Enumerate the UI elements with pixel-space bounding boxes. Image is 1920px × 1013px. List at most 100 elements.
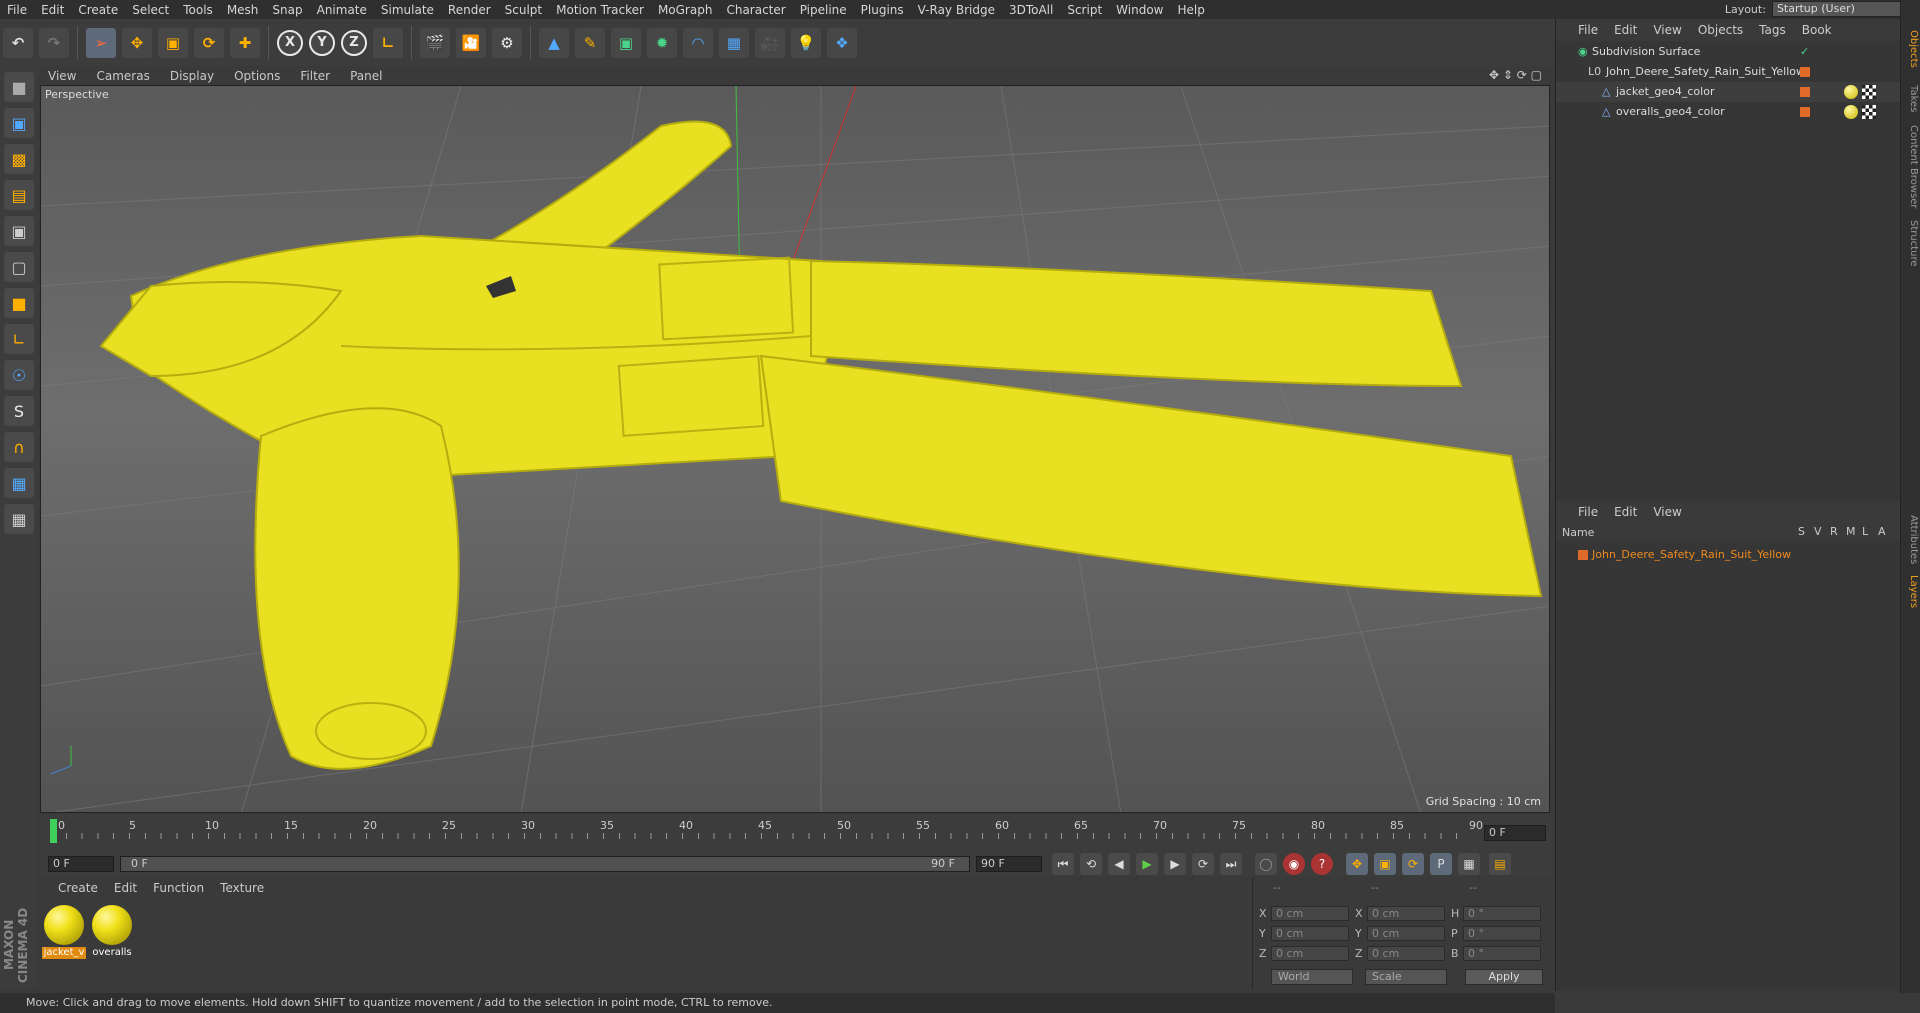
timeline-window-icon[interactable]: ▤ — [1489, 853, 1511, 875]
redo-icon[interactable]: ↷ — [39, 27, 69, 58]
start-frame-field[interactable]: 0 F — [48, 856, 114, 872]
live-selection-icon[interactable]: ➢ — [86, 27, 116, 58]
render-settings-icon[interactable]: ⚙ — [492, 27, 522, 58]
render-view-icon[interactable]: 🎬 — [420, 27, 450, 58]
menu-file[interactable]: File — [0, 3, 34, 17]
axis-mode-icon[interactable]: ∟ — [4, 324, 34, 354]
tab-attributes[interactable]: Attributes — [1903, 515, 1919, 564]
deformer-icon[interactable]: ◠ — [683, 27, 713, 58]
menu-mesh[interactable]: Mesh — [220, 3, 266, 17]
key-param-icon[interactable]: P — [1430, 853, 1452, 875]
uvw-tag-icon[interactable] — [1862, 105, 1876, 119]
go-to-end-icon[interactable]: ⏭ — [1220, 853, 1242, 875]
make-editable-icon[interactable]: ■ — [4, 72, 34, 102]
viewport-menu-view[interactable]: View — [38, 69, 86, 83]
menu-character[interactable]: Character — [719, 3, 792, 17]
size-y-field[interactable]: 0 cm — [1367, 925, 1445, 941]
edge-mode-icon[interactable]: ▢ — [4, 252, 34, 282]
light-icon[interactable]: 💡 — [791, 27, 821, 58]
layout-dropdown[interactable]: Startup (User) — [1771, 1, 1902, 17]
menu-select[interactable]: Select — [125, 3, 176, 17]
3d-viewport[interactable]: Perspective Grid Spacing : 10 cm — [40, 85, 1550, 813]
grid-snap-icon[interactable]: ▦ — [4, 504, 34, 534]
texture-mode-icon[interactable]: ▩ — [4, 144, 34, 174]
camera-icon[interactable]: 🎥 — [755, 27, 785, 58]
menu-simulate[interactable]: Simulate — [374, 3, 441, 17]
recent-tool-icon[interactable]: ✚ — [230, 27, 260, 58]
workplane-mode-icon[interactable]: ▤ — [4, 180, 34, 210]
scale-icon[interactable]: ▣ — [158, 27, 188, 58]
play-icon[interactable]: ▶ — [1136, 853, 1158, 875]
size-mode-dropdown[interactable]: Scale — [1365, 969, 1447, 985]
position-x-field[interactable]: 0 cm — [1271, 905, 1349, 921]
x-axis-lock-button[interactable]: X — [277, 29, 303, 56]
keyframe-help-icon[interactable]: ? — [1311, 853, 1333, 875]
menu-mograph[interactable]: MoGraph — [651, 3, 720, 17]
position-z-field[interactable]: 0 cm — [1271, 945, 1349, 961]
z-axis-lock-button[interactable]: Z — [341, 29, 367, 56]
subdivision-icon[interactable]: ▣ — [611, 27, 641, 58]
timeline-ruler[interactable]: 0 5 10 15 20 25 30 35 40 45 50 55 60 65 … — [40, 815, 1552, 852]
objects-menu-objects[interactable]: Objects — [1690, 23, 1751, 37]
tab-layers[interactable]: Layers — [1903, 575, 1919, 608]
menu-edit[interactable]: Edit — [34, 3, 71, 17]
end-frame-field[interactable]: 90 F — [976, 856, 1042, 872]
menu-vray-bridge[interactable]: V-Ray Bridge — [911, 3, 1002, 17]
material-overalls[interactable]: overalls — [90, 903, 134, 959]
snap-icon[interactable]: S — [4, 396, 34, 426]
material-jacket[interactable]: jacket_v — [42, 903, 86, 959]
object-row-rain-suit[interactable]: L0 John_Deere_Safety_Rain_Suit_Yellow — [1556, 62, 1901, 82]
move-icon[interactable]: ✥ — [122, 27, 152, 58]
material-menu-function[interactable]: Function — [145, 881, 212, 895]
viewport-menu-panel[interactable]: Panel — [340, 69, 392, 83]
layers-menu-file[interactable]: File — [1570, 505, 1606, 519]
size-x-field[interactable]: 0 cm — [1367, 905, 1445, 921]
objects-menu-book[interactable]: Book — [1794, 23, 1840, 37]
key-position-icon[interactable]: ✥ — [1346, 853, 1368, 875]
menu-tools[interactable]: Tools — [176, 3, 220, 17]
objects-menu-view[interactable]: View — [1645, 23, 1689, 37]
material-menu-create[interactable]: Create — [50, 881, 106, 895]
rotation-p-field[interactable]: 0 ° — [1463, 925, 1541, 941]
layer-row[interactable]: John_Deere_Safety_Rain_Suit_Yellow — [1556, 545, 1901, 565]
tweak-mode-icon[interactable]: ☉ — [4, 360, 34, 390]
point-mode-icon[interactable]: ▣ — [4, 216, 34, 246]
size-z-field[interactable]: 0 cm — [1367, 945, 1445, 961]
menu-animate[interactable]: Animate — [310, 3, 374, 17]
next-frame-icon[interactable]: ▶ — [1164, 853, 1186, 875]
python-icon[interactable]: ❖ — [827, 27, 857, 58]
menu-script[interactable]: Script — [1060, 3, 1109, 17]
viewport-menu-cameras[interactable]: Cameras — [86, 69, 159, 83]
layers-menu-edit[interactable]: Edit — [1606, 505, 1645, 519]
menu-3dtoall[interactable]: 3DToAll — [1002, 3, 1060, 17]
tab-structure[interactable]: Structure — [1903, 220, 1919, 267]
objects-menu-edit[interactable]: Edit — [1606, 23, 1645, 37]
magnet-icon[interactable]: ∩ — [4, 432, 34, 462]
menu-create[interactable]: Create — [71, 3, 125, 17]
key-pla-icon[interactable]: ▦ — [1458, 853, 1480, 875]
viewport-menu-filter[interactable]: Filter — [290, 69, 340, 83]
key-rotation-icon[interactable]: ⟳ — [1402, 853, 1424, 875]
viewport-menu-display[interactable]: Display — [160, 69, 224, 83]
grid-lock-icon[interactable]: ▦ — [4, 468, 34, 498]
visibility-check-icon[interactable]: ✓ — [1800, 42, 1809, 62]
next-keyframe-icon[interactable]: ⟳ — [1192, 853, 1214, 875]
menu-motion-tracker[interactable]: Motion Tracker — [549, 3, 651, 17]
menu-render[interactable]: Render — [441, 3, 498, 17]
viewport-menu-options[interactable]: Options — [224, 69, 290, 83]
prev-frame-icon[interactable]: ◀ — [1108, 853, 1130, 875]
menu-snap[interactable]: Snap — [265, 3, 309, 17]
prev-keyframe-icon[interactable]: ⟲ — [1080, 853, 1102, 875]
tab-content-browser[interactable]: Content Browser — [1903, 125, 1919, 208]
playhead[interactable] — [50, 819, 57, 843]
range-slider[interactable]: 0 F 90 F — [120, 856, 970, 872]
position-y-field[interactable]: 0 cm — [1271, 925, 1349, 941]
viewport-nav-icons[interactable]: ✥ ⇕ ⟳ ▢ — [1489, 68, 1542, 82]
object-row-overalls[interactable]: △ overalls_geo4_color — [1556, 102, 1901, 122]
cloner-icon[interactable]: ✹ — [647, 27, 677, 58]
world-coordinates-icon[interactable]: ∟ — [373, 27, 403, 58]
rotation-h-field[interactable]: 0 ° — [1463, 905, 1541, 921]
tab-takes[interactable]: Takes — [1903, 85, 1919, 112]
menu-pipeline[interactable]: Pipeline — [793, 3, 854, 17]
menu-plugins[interactable]: Plugins — [854, 3, 911, 17]
